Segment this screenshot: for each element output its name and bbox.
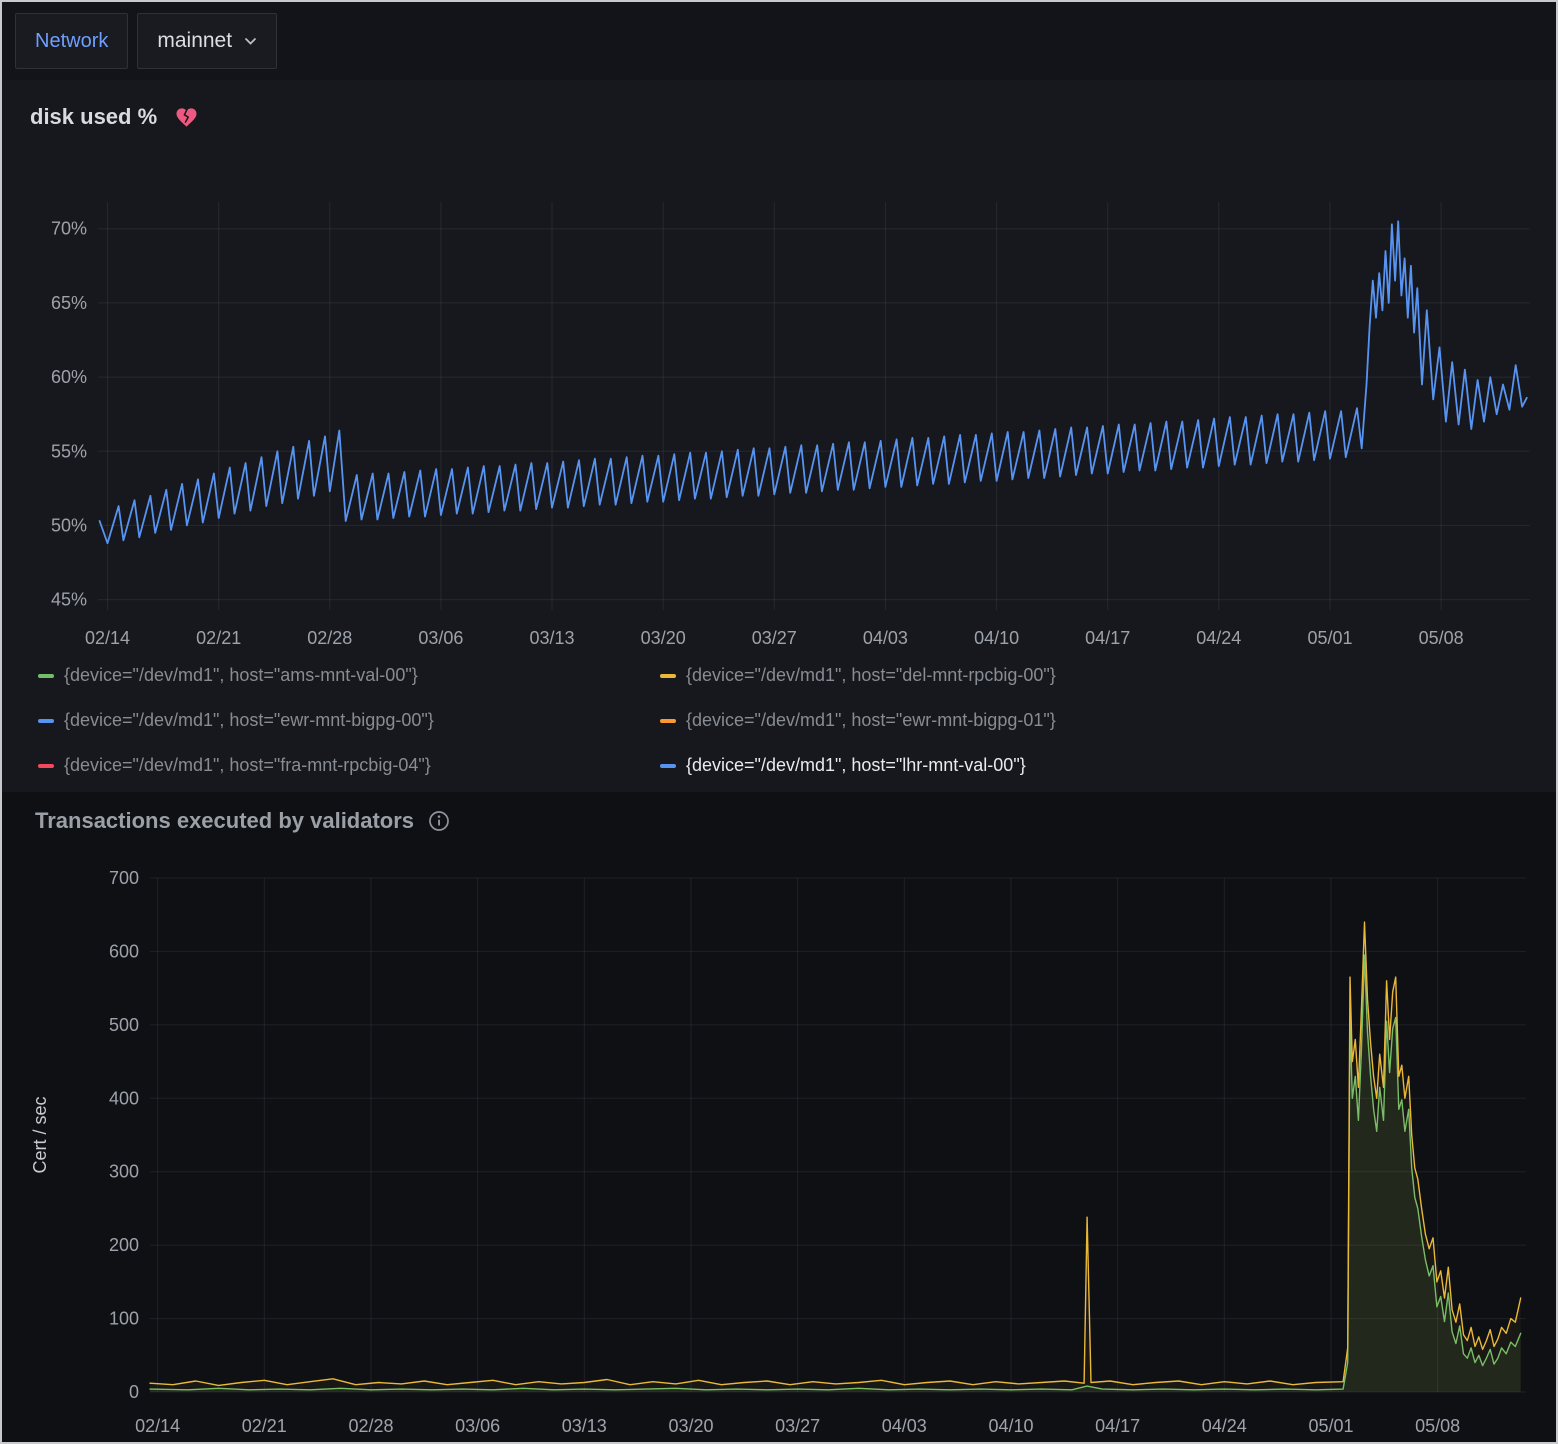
y-axis-tick-label: 55% bbox=[51, 441, 87, 461]
series-line bbox=[100, 221, 1527, 543]
x-axis-tick-label: 04/03 bbox=[863, 628, 908, 648]
x-axis-tick-label: 05/08 bbox=[1419, 628, 1464, 648]
legend-label: {device="/dev/md1", host="ewr-mnt-bigpg-… bbox=[686, 710, 1056, 731]
legend-label: {device="/dev/md1", host="fra-mnt-rpcbig… bbox=[64, 755, 431, 776]
panel-tx-header: Transactions executed by validators bbox=[2, 792, 1556, 834]
y-axis-tick-label: 65% bbox=[51, 293, 87, 313]
y-axis-tick-label: 0 bbox=[129, 1382, 139, 1402]
panel-title-disk[interactable]: disk used % bbox=[30, 104, 157, 130]
y-axis-tick-label: 700 bbox=[109, 868, 139, 888]
x-axis-tick-label: 05/01 bbox=[1308, 1416, 1353, 1436]
x-axis-tick-label: 02/14 bbox=[135, 1416, 180, 1436]
x-axis-tick-label: 03/20 bbox=[641, 628, 686, 648]
x-axis-tick-label: 04/03 bbox=[882, 1416, 927, 1436]
variable-bar: Network mainnet bbox=[2, 2, 1556, 80]
x-axis-tick-label: 04/24 bbox=[1196, 628, 1241, 648]
legend-color-dash bbox=[660, 764, 676, 768]
x-axis-tick-label: 02/28 bbox=[307, 628, 352, 648]
legend-item[interactable]: {device="/dev/md1", host="ams-mnt-val-00… bbox=[38, 665, 660, 686]
panel-description[interactable] bbox=[428, 810, 450, 832]
panel-title-transactions[interactable]: Transactions executed by validators bbox=[35, 808, 414, 834]
disk-used-chart[interactable]: 45% 50% 55% 60% 65% 70% 02/14 02/21 02/28 03/06 03… bbox=[2, 162, 1556, 662]
panel-health-state[interactable] bbox=[175, 107, 198, 128]
x-axis-tick-label: 05/08 bbox=[1415, 1416, 1460, 1436]
x-axis-tick-label: 03/06 bbox=[455, 1416, 500, 1436]
network-variable-value: mainnet bbox=[157, 29, 232, 53]
x-axis-tick-label: 04/10 bbox=[988, 1416, 1033, 1436]
x-axis-tick-label: 03/27 bbox=[775, 1416, 820, 1436]
x-axis-tick-label: 04/10 bbox=[974, 628, 1019, 648]
legend-item[interactable]: {device="/dev/md1", host="ewr-mnt-bigpg-… bbox=[660, 710, 1056, 731]
y-axis-tick-label: 60% bbox=[51, 367, 87, 387]
legend-color-dash bbox=[660, 674, 676, 678]
series-fill bbox=[150, 922, 1521, 1392]
x-axis-tick-label: 04/17 bbox=[1095, 1416, 1140, 1436]
x-axis-tick-label: 05/01 bbox=[1307, 628, 1352, 648]
panel-disk-header: disk used % bbox=[2, 80, 1556, 130]
x-axis-tick-label: 03/27 bbox=[752, 628, 797, 648]
legend-color-dash bbox=[38, 674, 54, 678]
x-axis-tick-label: 04/17 bbox=[1085, 628, 1130, 648]
x-axis-tick-label: 02/14 bbox=[85, 628, 130, 648]
y-axis-tick-label: 50% bbox=[51, 515, 87, 535]
x-axis-tick-label: 03/06 bbox=[418, 628, 463, 648]
legend-label: {device="/dev/md1", host="del-mnt-rpcbig… bbox=[686, 665, 1056, 686]
legend-label: {device="/dev/md1", host="ewr-mnt-bigpg-… bbox=[64, 710, 434, 731]
series-fill bbox=[150, 955, 1521, 1392]
network-variable-label: Network bbox=[15, 13, 128, 69]
series-line bbox=[150, 955, 1521, 1390]
legend-label: {device="/dev/md1", host="lhr-mnt-val-00… bbox=[686, 755, 1026, 776]
heart-break-icon bbox=[175, 107, 198, 128]
x-axis-tick-label: 02/21 bbox=[196, 628, 241, 648]
network-variable-select[interactable]: mainnet bbox=[137, 13, 277, 69]
series-line bbox=[150, 922, 1521, 1385]
legend-color-dash bbox=[38, 764, 54, 768]
grafana-dashboard: Network mainnet disk used % 45% 50% 55% 60%… bbox=[0, 0, 1558, 1444]
chart-legend: {device="/dev/md1", host="ams-mnt-val-00… bbox=[38, 665, 1056, 776]
y-axis-tick-label: 400 bbox=[109, 1088, 139, 1108]
x-axis-tick-label: 03/13 bbox=[562, 1416, 607, 1436]
y-axis-tick-label: 45% bbox=[51, 590, 87, 610]
legend-item[interactable]: {device="/dev/md1", host="fra-mnt-rpcbig… bbox=[38, 755, 660, 776]
legend-item[interactable]: {device="/dev/md1", host="lhr-mnt-val-00… bbox=[660, 755, 1056, 776]
x-axis-tick-label: 04/24 bbox=[1202, 1416, 1247, 1436]
transactions-chart[interactable]: 0 100 200 300 400 500 600 700 02/14 02/21 02/28 03/… bbox=[2, 852, 1556, 1444]
y-axis-tick-label: 500 bbox=[109, 1015, 139, 1035]
y-axis-tick-label: 200 bbox=[109, 1235, 139, 1255]
y-axis-tick-label: 70% bbox=[51, 219, 87, 239]
info-icon bbox=[428, 810, 450, 832]
panel-disk-used: disk used % 45% 50% 55% 60% 65% 70% 02/14 02/21… bbox=[2, 80, 1556, 792]
panel-transactions: Transactions executed by validators 0 100… bbox=[2, 792, 1556, 1442]
legend-item[interactable]: {device="/dev/md1", host="ewr-mnt-bigpg-… bbox=[38, 710, 660, 731]
y-axis-tick-label: 100 bbox=[109, 1309, 139, 1329]
x-axis-tick-label: 03/20 bbox=[668, 1416, 713, 1436]
y-axis-tick-label: 300 bbox=[109, 1162, 139, 1182]
legend-label: {device="/dev/md1", host="ams-mnt-val-00… bbox=[64, 665, 418, 686]
legend-color-dash bbox=[38, 719, 54, 723]
x-axis-tick-label: 03/13 bbox=[529, 628, 574, 648]
x-axis-tick-label: 02/21 bbox=[242, 1416, 287, 1436]
legend-color-dash bbox=[660, 719, 676, 723]
legend-item[interactable]: {device="/dev/md1", host="del-mnt-rpcbig… bbox=[660, 665, 1056, 686]
y-axis-tick-label: 600 bbox=[109, 941, 139, 961]
x-axis-tick-label: 02/28 bbox=[348, 1416, 393, 1436]
y-axis-title: Cert / sec bbox=[30, 1096, 50, 1173]
chevron-down-icon bbox=[244, 37, 257, 45]
